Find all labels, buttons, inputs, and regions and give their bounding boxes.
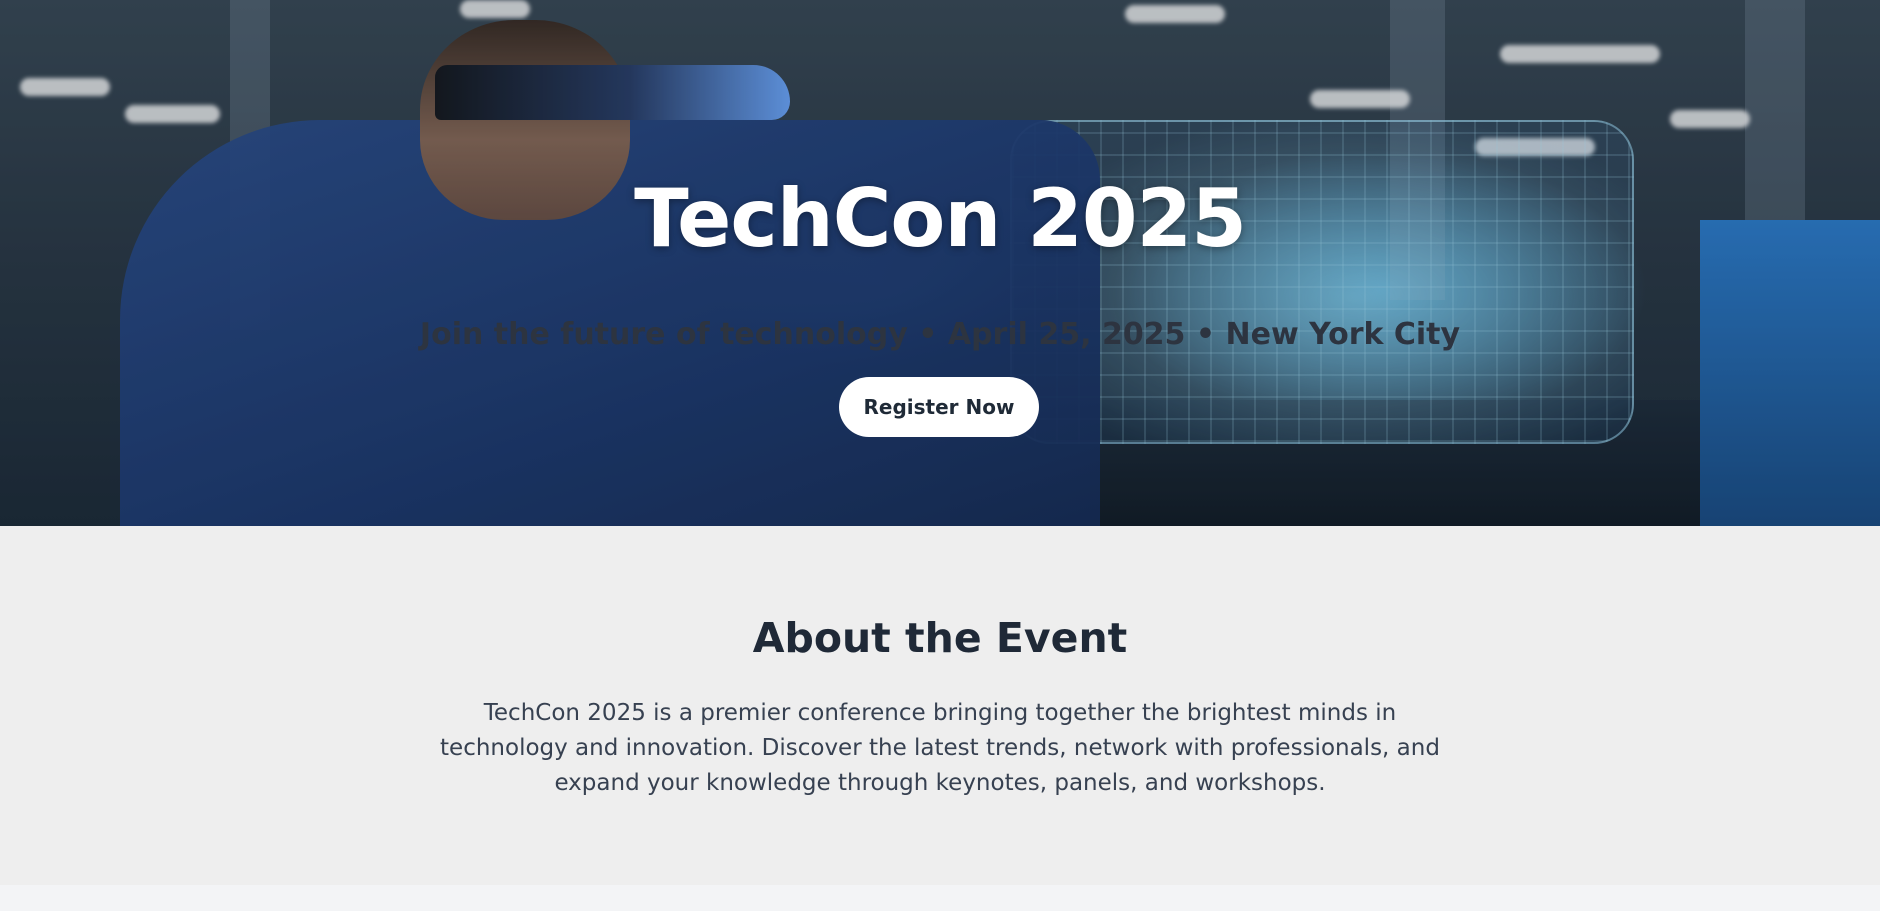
about-description: TechCon 2025 is a premier conference bri… xyxy=(440,700,1440,796)
about-section: About the Event TechCon 2025 is a premie… xyxy=(0,526,1880,885)
register-now-button[interactable]: Register Now xyxy=(839,377,1039,437)
about-title: About the Event xyxy=(752,614,1128,662)
hero-content: TechCon 2025 Join the future of technolo… xyxy=(0,0,1880,526)
hero-title: TechCon 2025 xyxy=(634,172,1247,265)
hero-section: TechCon 2025 Join the future of technolo… xyxy=(0,0,1880,526)
next-section-edge xyxy=(0,885,1880,911)
hero-subtitle: Join the future of technology • April 25… xyxy=(419,317,1461,352)
